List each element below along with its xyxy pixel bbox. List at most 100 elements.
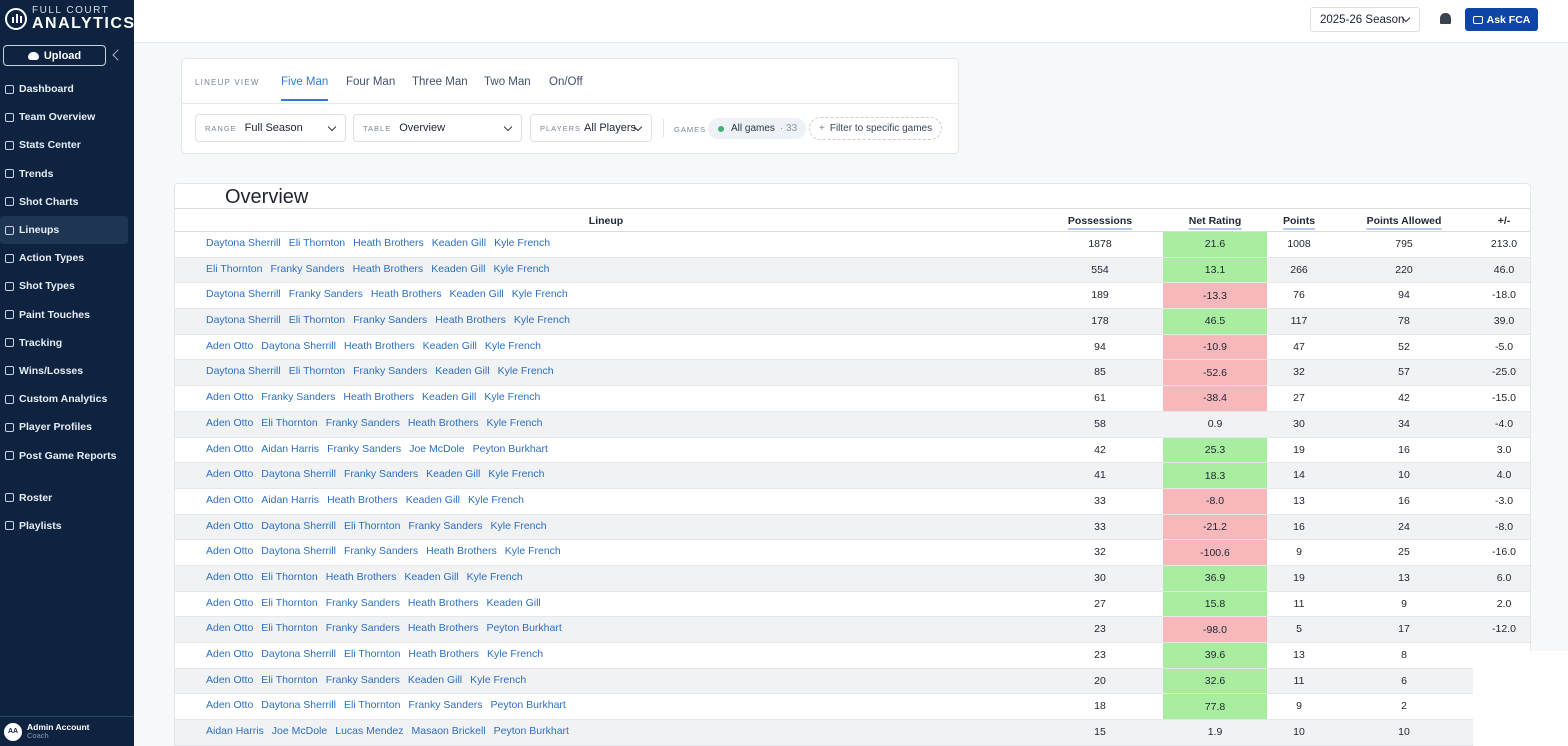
player-link[interactable]: Joe McDole [409, 443, 464, 455]
player-link[interactable]: Franky Sanders [344, 545, 418, 557]
tab-three-man[interactable]: Three Man [412, 76, 468, 99]
player-link[interactable]: Franky Sanders [353, 314, 427, 326]
player-link[interactable]: Keaden Gill [435, 365, 489, 377]
sidebar-item-stats-center[interactable]: Stats Center [0, 131, 134, 159]
player-link[interactable]: Kyle French [494, 237, 550, 249]
player-link[interactable]: Aden Otto [206, 571, 253, 583]
ask-fca-button[interactable]: Ask FCA [1465, 8, 1538, 31]
player-link[interactable]: Aden Otto [206, 417, 253, 429]
sidebar-item-shot-charts[interactable]: Shot Charts [0, 188, 134, 216]
sidebar-item-trends[interactable]: Trends [0, 160, 134, 188]
sidebar-item-team-overview[interactable]: Team Overview [0, 103, 134, 131]
player-link[interactable]: Heath Brothers [326, 571, 397, 583]
player-link[interactable]: Kyle French [498, 365, 554, 377]
player-link[interactable]: Keaden Gill [426, 468, 480, 480]
player-link[interactable]: Heath Brothers [327, 494, 398, 506]
player-link[interactable]: Aden Otto [206, 597, 253, 609]
player-link[interactable]: Keaden Gill [432, 237, 486, 249]
player-link[interactable]: Franky Sanders [408, 520, 482, 532]
filter-specific-games-button[interactable]: + Filter to specific games [809, 117, 943, 140]
player-link[interactable]: Heath Brothers [408, 417, 479, 429]
player-link[interactable]: Eli Thornton [344, 520, 400, 532]
player-link[interactable]: Franky Sanders [270, 263, 344, 275]
player-link[interactable]: Franky Sanders [261, 391, 335, 403]
player-link[interactable]: Daytona Sherrill [261, 520, 336, 532]
player-link[interactable]: Keaden Gill [423, 340, 477, 352]
player-link[interactable]: Eli Thornton [289, 314, 345, 326]
all-games-chip[interactable]: All games · 33 [708, 118, 807, 139]
player-link[interactable]: Keaden Gill [431, 263, 485, 275]
tab-four-man[interactable]: Four Man [346, 76, 395, 99]
player-link[interactable]: Kyle French [491, 520, 547, 532]
player-link[interactable]: Peyton Burkhart [486, 622, 561, 634]
player-link[interactable]: Eli Thornton [289, 237, 345, 249]
player-link[interactable]: Eli Thornton [261, 622, 317, 634]
player-link[interactable]: Aidan Harris [261, 494, 319, 506]
sidebar-item-shot-types[interactable]: Shot Types [0, 272, 134, 300]
player-link[interactable]: Daytona Sherrill [261, 340, 336, 352]
player-link[interactable]: Daytona Sherrill [261, 468, 336, 480]
sidebar-item-action-types[interactable]: Action Types [0, 244, 134, 272]
player-link[interactable]: Lucas Mendez [335, 725, 403, 737]
player-link[interactable]: Daytona Sherrill [206, 365, 281, 377]
sidebar-item-tracking[interactable]: Tracking [0, 329, 134, 357]
player-link[interactable]: Joe McDole [272, 725, 327, 737]
sidebar-item-custom-analytics[interactable]: Custom Analytics [0, 385, 134, 413]
player-link[interactable]: Kyle French [488, 468, 544, 480]
player-link[interactable]: Heath Brothers [408, 597, 479, 609]
header-points-allowed[interactable]: Points Allowed [1366, 215, 1442, 230]
range-select[interactable]: RANGE Full Season [195, 114, 346, 142]
player-link[interactable]: Aden Otto [206, 468, 253, 480]
table-select[interactable]: TABLE Overview [353, 114, 522, 142]
sidebar-item-paint-touches[interactable]: Paint Touches [0, 301, 134, 329]
header-plus-minus[interactable]: +/- [1498, 215, 1511, 227]
player-link[interactable]: Keaden Gill [406, 494, 460, 506]
player-link[interactable]: Aden Otto [206, 520, 253, 532]
player-link[interactable]: Franky Sanders [326, 622, 400, 634]
player-link[interactable]: Kyle French [468, 494, 524, 506]
sidebar-item-post-game-reports[interactable]: Post Game Reports [0, 441, 134, 469]
tab-on-off[interactable]: On/Off [549, 76, 583, 99]
logo[interactable]: FULL COURT ANALYTICS [5, 6, 136, 32]
player-link[interactable]: Aden Otto [206, 699, 253, 711]
player-link[interactable]: Kyle French [512, 288, 568, 300]
player-link[interactable]: Eli Thornton [261, 417, 317, 429]
player-link[interactable]: Daytona Sherrill [206, 237, 281, 249]
player-link[interactable]: Masaon Brickell [412, 725, 486, 737]
player-link[interactable]: Eli Thornton [261, 674, 317, 686]
header-possessions[interactable]: Possessions [1067, 215, 1133, 230]
player-link[interactable]: Keaden Gill [449, 288, 503, 300]
player-link[interactable]: Heath Brothers [371, 288, 442, 300]
player-link[interactable]: Franky Sanders [326, 674, 400, 686]
player-link[interactable]: Franky Sanders [326, 597, 400, 609]
player-link[interactable]: Kyle French [485, 340, 541, 352]
player-link[interactable]: Kyle French [487, 648, 543, 660]
players-select[interactable]: PLAYERS All Players [530, 114, 652, 142]
player-link[interactable]: Daytona Sherrill [206, 288, 281, 300]
header-points[interactable]: Points [1282, 215, 1316, 230]
sidebar-item-lineups[interactable]: Lineups [0, 215, 128, 245]
player-link[interactable]: Daytona Sherrill [261, 648, 336, 660]
player-link[interactable]: Heath Brothers [408, 622, 479, 634]
player-link[interactable]: Daytona Sherrill [261, 545, 336, 557]
player-link[interactable]: Keaden Gill [422, 391, 476, 403]
player-link[interactable]: Aden Otto [206, 648, 253, 660]
player-link[interactable]: Heath Brothers [408, 648, 479, 660]
player-link[interactable]: Eli Thornton [344, 699, 400, 711]
player-link[interactable]: Daytona Sherrill [206, 314, 281, 326]
player-link[interactable]: Heath Brothers [426, 545, 497, 557]
player-link[interactable]: Franky Sanders [344, 468, 418, 480]
player-link[interactable]: Kyle French [514, 314, 570, 326]
player-link[interactable]: Franky Sanders [327, 443, 401, 455]
player-link[interactable]: Peyton Burkhart [494, 725, 569, 737]
player-link[interactable]: Aden Otto [206, 622, 253, 634]
tab-two-man[interactable]: Two Man [484, 76, 531, 99]
player-link[interactable]: Aden Otto [206, 674, 253, 686]
player-link[interactable]: Keaden Gill [486, 597, 540, 609]
player-link[interactable]: Peyton Burkhart [491, 699, 566, 711]
header-lineup[interactable]: Lineup [589, 215, 623, 227]
player-link[interactable]: Franky Sanders [353, 365, 427, 377]
player-link[interactable]: Franky Sanders [289, 288, 363, 300]
player-link[interactable]: Eli Thornton [261, 597, 317, 609]
player-link[interactable]: Kyle French [493, 263, 549, 275]
